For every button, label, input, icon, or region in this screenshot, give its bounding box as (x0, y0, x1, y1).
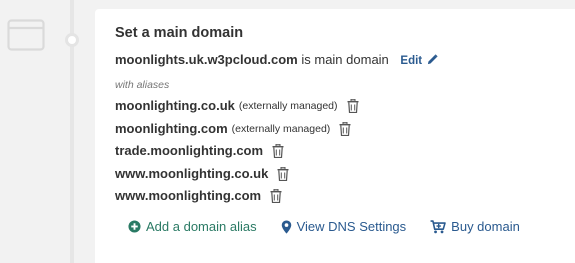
alias-row: www.moonlighting.com (115, 188, 282, 203)
alias-name: moonlighting.co.uk (115, 98, 235, 113)
alias-name: moonlighting.com (115, 121, 228, 136)
add-domain-alias-label: Add a domain alias (146, 219, 257, 234)
cart-plus-icon (430, 219, 446, 233)
domain-settings-card: Set a main domain moonlights.uk.w3pcloud… (95, 9, 575, 263)
alias-row: moonlighting.com (externally managed) (115, 121, 351, 136)
map-marker-icon (281, 219, 291, 234)
alias-row: www.moonlighting.co.uk (115, 166, 289, 181)
buy-domain-button[interactable]: Buy domain (430, 219, 520, 234)
alias-name: www.moonlighting.co.uk (115, 166, 269, 181)
alias-row: trade.moonlighting.com (115, 143, 284, 158)
alias-note: (externally managed) (231, 122, 331, 135)
trash-icon[interactable] (347, 98, 359, 113)
alias-note: (externally managed) (238, 99, 338, 112)
trash-icon[interactable] (339, 121, 351, 136)
main-domain-row: moonlights.uk.w3pcloud.com is main domai… (115, 52, 438, 67)
main-domain-name: moonlights.uk.w3pcloud.com (115, 52, 298, 67)
aliases-label: with aliases (115, 79, 170, 91)
trash-icon[interactable] (272, 143, 284, 158)
view-dns-settings-label: View DNS Settings (296, 219, 407, 234)
alias-name: www.moonlighting.com (115, 188, 262, 203)
browser-window-icon (7, 19, 45, 51)
main-domain-suffix: is main domain (301, 52, 389, 67)
buy-domain-label: Buy domain (451, 219, 520, 234)
view-dns-settings-button[interactable]: View DNS Settings (281, 219, 407, 234)
add-domain-alias-button[interactable]: Add a domain alias (128, 219, 257, 234)
trash-icon[interactable] (277, 166, 289, 181)
alias-row: moonlighting.co.uk (externally managed) (115, 98, 359, 113)
trash-icon[interactable] (270, 188, 282, 203)
plus-circle-icon (128, 220, 141, 233)
alias-name: trade.moonlighting.com (115, 143, 264, 158)
edit-main-domain-link[interactable]: Edit (400, 54, 438, 67)
pencil-icon (428, 54, 438, 65)
timeline-dot (65, 33, 79, 47)
action-bar: Add a domain alias View DNS Settings Buy… (128, 219, 544, 234)
page-title: Set a main domain (115, 25, 244, 41)
edit-label: Edit (400, 55, 423, 67)
